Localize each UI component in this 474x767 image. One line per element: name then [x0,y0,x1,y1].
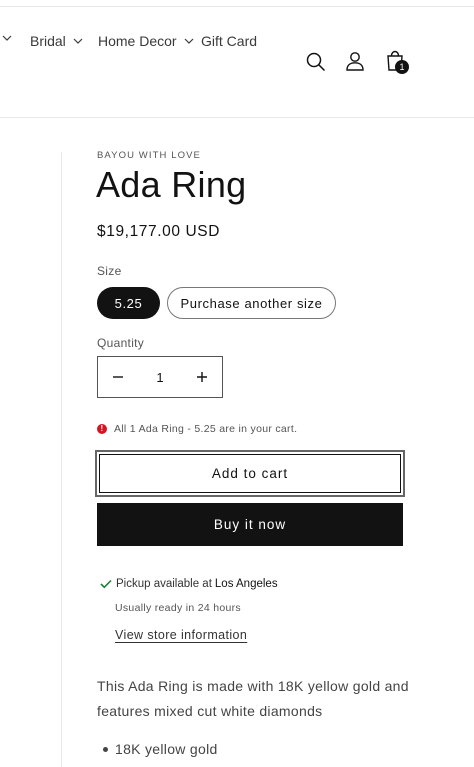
pickup-location: Los Angeles [214,578,278,590]
chevron-down-icon [184,36,194,46]
quantity-label: Quantity [97,336,145,350]
product-title: Ada Ring [96,164,247,205]
top-divider [0,6,474,7]
media-gallery-edge [61,152,62,767]
account-icon[interactable] [344,50,366,74]
size-label: Size [97,264,122,278]
error-icon: ! [97,424,107,434]
list-item: 18K yellow gold [103,741,218,757]
bullet-dot [103,746,108,752]
product-vendor: BAYOU WITH LOVE [97,150,201,161]
add-to-cart-button[interactable]: Add to cart [95,450,405,497]
plus-icon [197,372,207,382]
size-option-another[interactable]: Purchase another size [167,287,336,319]
product-description: This Ada Ring is made with 18K yellow go… [97,678,409,719]
nav-item-partial[interactable] [0,33,12,43]
nav-item-gift-card[interactable]: Gift Card [201,33,257,49]
view-store-information-link[interactable]: View store information [115,628,247,642]
header-divider [0,117,474,118]
check-icon [100,579,112,589]
product-price: $19,177.00 USD [97,223,221,240]
size-option-selected[interactable]: 5.25 [97,287,160,319]
buy-it-now-button[interactable]: Buy it now [97,503,403,546]
quantity-input[interactable] [138,357,182,397]
search-icon[interactable] [305,51,327,75]
cart-error-message: ! All 1 Ada Ring - 5.25 are in your cart… [97,423,297,435]
pickup-ready-time: Usually ready in 24 hours [115,602,241,614]
cart-count-badge: 1 [395,60,409,74]
chevron-down-icon [73,36,83,46]
minus-icon [113,376,123,378]
pickup-availability: Pickup available at Los Angeles [100,578,278,590]
quantity-increase-button[interactable] [182,357,222,397]
nav-item-home-decor[interactable]: Home Decor [98,33,194,49]
chevron-down-icon [2,33,12,43]
nav-item-bridal[interactable]: Bridal [30,33,83,49]
quantity-decrease-button[interactable] [98,357,138,397]
quantity-stepper [97,356,223,398]
